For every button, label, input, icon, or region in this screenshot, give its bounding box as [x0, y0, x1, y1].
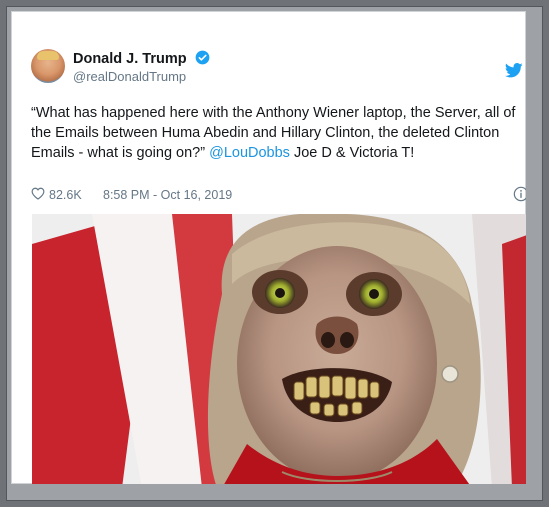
- twitter-bird-icon[interactable]: [504, 63, 523, 83]
- like-count[interactable]: 82.6K: [49, 188, 82, 202]
- tweet-text-tail: Joe D & Victoria T!: [289, 145, 415, 161]
- tweet-card: Donald J. Trump @realDonaldTrump “What h…: [11, 11, 526, 484]
- verified-badge-icon: [195, 50, 210, 70]
- author-name-row: Donald J. Trump: [73, 50, 210, 70]
- mention-link[interactable]: @LouDobbs: [209, 145, 290, 161]
- author-name[interactable]: Donald J. Trump: [73, 51, 187, 67]
- tweet-photo[interactable]: [32, 214, 526, 484]
- tweet-meta: 82.6K 8:58 PM - Oct 16, 2019: [31, 186, 526, 204]
- heart-icon[interactable]: [31, 187, 45, 203]
- author-handle[interactable]: @realDonaldTrump: [73, 69, 186, 84]
- avatar[interactable]: [31, 49, 65, 83]
- tweet-text: “What has happened here with the Anthony…: [31, 103, 521, 163]
- tweet-timestamp[interactable]: 8:58 PM - Oct 16, 2019: [103, 188, 232, 202]
- info-icon[interactable]: [513, 186, 526, 205]
